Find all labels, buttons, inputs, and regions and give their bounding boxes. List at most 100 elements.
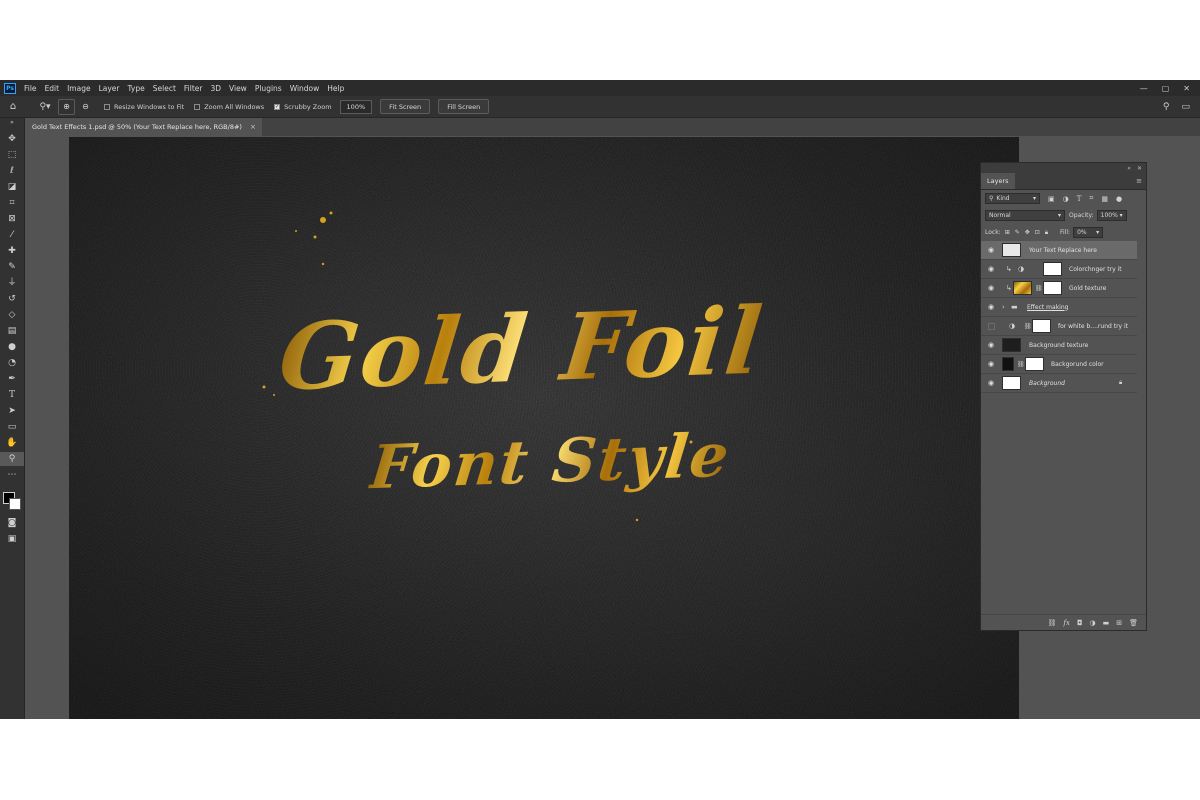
type-tool-icon[interactable]: T <box>0 388 24 402</box>
healing-brush-icon[interactable]: ✚ <box>0 244 24 258</box>
layer-group-effect-making[interactable]: ◉ › ▬ Effect making <box>981 298 1137 317</box>
scrubby-zoom-checkbox[interactable]: ✓ Scrubby Zoom <box>274 103 332 111</box>
pixel-filter-icon[interactable]: ▣ <box>1048 195 1055 203</box>
menu-type[interactable]: Type <box>124 84 149 93</box>
minimize-button[interactable]: — <box>1140 84 1148 93</box>
collapse-icon[interactable]: » <box>0 118 24 128</box>
rectangle-tool-icon[interactable]: ▭ <box>0 420 24 434</box>
new-adjustment-icon[interactable]: ◑ <box>1090 619 1096 627</box>
menu-plugins[interactable]: Plugins <box>251 84 286 93</box>
new-group-icon[interactable]: ▬ <box>1103 619 1110 627</box>
eye-icon[interactable]: ◉ <box>986 303 996 311</box>
eye-icon[interactable]: ◉ <box>986 284 996 292</box>
eye-icon[interactable]: ◉ <box>986 246 996 254</box>
layer-row-text[interactable]: ◉ Your Text Replace here <box>981 241 1137 260</box>
fill-field[interactable]: 0% ▾ <box>1073 227 1104 238</box>
marquee-tool-icon[interactable]: ⬚ <box>0 148 24 162</box>
history-brush-icon[interactable]: ↺ <box>0 292 24 306</box>
clone-stamp-icon[interactable]: ⏚ <box>0 276 24 290</box>
menu-file[interactable]: File <box>20 84 41 93</box>
link-layers-icon[interactable]: ⛓ <box>1048 619 1057 627</box>
close-window-button[interactable]: ✕ <box>1183 84 1190 93</box>
delete-layer-icon[interactable]: 🗑︎ <box>1129 619 1138 627</box>
filter-kind-select[interactable]: ⚲ Kind ▾ <box>985 193 1040 204</box>
eyedropper-tool-icon[interactable]: ⁄ <box>0 228 24 242</box>
panel-collapse-icon[interactable]: « <box>1127 165 1131 172</box>
hand-tool-icon[interactable]: ✋ <box>0 436 24 450</box>
menu-image[interactable]: Image <box>63 84 95 93</box>
zoom-tool-icon[interactable]: ⚲▾ <box>34 102 56 112</box>
tab-layers[interactable]: Layers <box>981 173 1015 189</box>
lock-position-icon[interactable]: ✥ <box>1025 229 1030 236</box>
layer-row-colorchanger[interactable]: ◉ ↳ ◑ Colorchnger try it <box>981 260 1137 279</box>
zoom-tool-active-icon[interactable]: ⚲ <box>0 452 24 466</box>
menu-help[interactable]: Help <box>323 84 348 93</box>
layer-row-white-bg[interactable]: ◑ ⛓ for white b....rund try it <box>981 317 1137 336</box>
menu-window[interactable]: Window <box>286 84 324 93</box>
lock-all-icon[interactable]: 🔒︎ <box>1045 229 1048 237</box>
layer-row-background-texture[interactable]: ◉ Background texture <box>981 336 1137 355</box>
eye-icon[interactable]: ◉ <box>986 341 996 349</box>
gradient-tool-icon[interactable]: ▤ <box>0 324 24 338</box>
zoom-in-icon[interactable]: ⊕ <box>58 98 75 115</box>
filter-toggle-icon[interactable]: ● <box>1116 195 1122 203</box>
workspace-icon[interactable]: ▭ <box>1181 102 1190 112</box>
background-color[interactable] <box>9 498 21 510</box>
path-select-icon[interactable]: ➤ <box>0 404 24 418</box>
blend-mode-select[interactable]: Normal ▾ <box>985 210 1065 221</box>
frame-tool-icon[interactable]: ⊠ <box>0 212 24 226</box>
zoom-value-button[interactable]: 100% <box>339 99 373 114</box>
fit-screen-button[interactable]: Fit Screen <box>380 99 431 114</box>
shape-filter-icon[interactable]: ⌗ <box>1089 194 1093 203</box>
visibility-empty-icon[interactable] <box>988 322 995 330</box>
color-swatches[interactable] <box>0 482 24 512</box>
quick-mask-icon[interactable]: ◙ <box>0 516 24 530</box>
maximize-button[interactable]: ▢ <box>1162 84 1170 93</box>
lasso-tool-icon[interactable]: ℓ <box>0 164 24 178</box>
crop-tool-icon[interactable]: ⌗ <box>0 196 24 210</box>
zoom-out-icon[interactable]: ⊖ <box>77 99 94 115</box>
opacity-field[interactable]: 100% ▾ <box>1096 210 1127 221</box>
close-tab-icon[interactable]: × <box>250 123 256 131</box>
type-filter-icon[interactable]: T <box>1077 195 1082 203</box>
eye-icon[interactable]: ◉ <box>986 379 996 387</box>
resize-windows-checkbox[interactable]: Resize Windows to Fit <box>104 103 184 111</box>
zoom-all-windows-checkbox[interactable]: Zoom All Windows <box>194 103 264 111</box>
move-tool-icon[interactable]: ✥ <box>0 132 24 146</box>
eye-icon[interactable]: ◉ <box>986 360 996 368</box>
menu-select[interactable]: Select <box>149 84 180 93</box>
search-icon[interactable]: ⚲ <box>1163 102 1170 112</box>
smart-object-filter-icon[interactable]: ▦ <box>1101 195 1108 203</box>
chevron-right-icon[interactable]: › <box>1002 303 1005 311</box>
lock-artboard-icon[interactable]: ⊡ <box>1035 229 1040 236</box>
eye-icon[interactable]: ◉ <box>986 265 996 273</box>
blur-tool-icon[interactable]: ● <box>0 340 24 354</box>
fx-icon[interactable]: fx <box>1063 619 1070 627</box>
pen-tool-icon[interactable]: ✒ <box>0 372 24 386</box>
document-canvas[interactable]: Gold Foil Font Style <box>69 137 1019 719</box>
layer-row-gold-texture[interactable]: ◉ ↳ ⛓ Gold texture <box>981 279 1137 298</box>
menu-filter[interactable]: Filter <box>180 84 207 93</box>
lock-paint-icon[interactable]: ✎ <box>1015 229 1020 236</box>
new-layer-icon[interactable]: ⊞ <box>1116 619 1122 627</box>
eraser-tool-icon[interactable]: ◇ <box>0 308 24 322</box>
add-mask-icon[interactable]: ◘ <box>1077 619 1083 627</box>
layer-row-background[interactable]: ◉ Background 🔒︎ <box>981 374 1137 393</box>
panel-close-icon[interactable]: ✕ <box>1137 165 1142 172</box>
screen-mode-icon[interactable]: ▣ <box>0 532 24 546</box>
fill-screen-button[interactable]: Fill Screen <box>438 99 490 114</box>
panel-menu-icon[interactable]: ≡ <box>1136 177 1142 185</box>
brush-tool-icon[interactable]: ✎ <box>0 260 24 274</box>
more-tools-icon[interactable]: ⋯ <box>0 468 24 482</box>
quick-select-tool-icon[interactable]: ◪ <box>0 180 24 194</box>
menu-edit[interactable]: Edit <box>41 84 64 93</box>
adjustment-filter-icon[interactable]: ◑ <box>1063 195 1069 203</box>
menu-view[interactable]: View <box>225 84 251 93</box>
layer-row-background-color[interactable]: ◉ ⛓ Backgorund color <box>981 355 1137 374</box>
dodge-tool-icon[interactable]: ◔ <box>0 356 24 370</box>
home-icon[interactable]: ⌂ <box>0 101 26 112</box>
menu-3d[interactable]: 3D <box>206 84 225 93</box>
menu-layer[interactable]: Layer <box>95 84 124 93</box>
document-tab[interactable]: Gold Text Effects 1.psd @ 50% (Your Text… <box>25 118 262 136</box>
lock-pixels-icon[interactable]: ⊞ <box>1005 229 1010 236</box>
